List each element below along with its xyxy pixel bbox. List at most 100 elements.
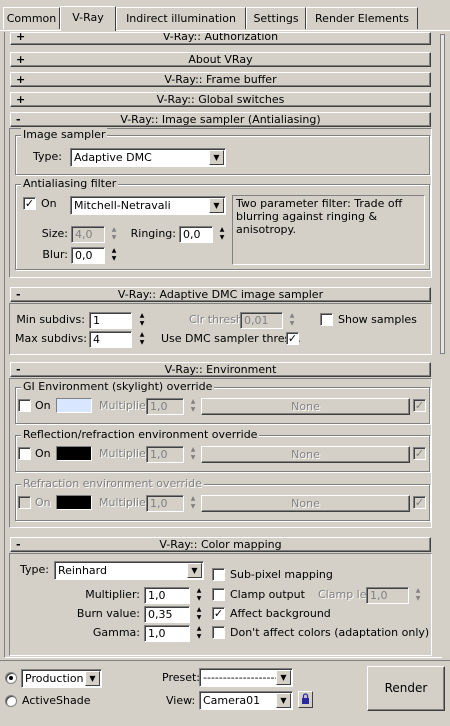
max-subdivs-label: Max subdivs: <box>15 332 87 345</box>
multiplier-spinner[interactable]: ▲ ▼ <box>194 587 204 604</box>
refl-on-checkbox[interactable] <box>18 447 31 460</box>
production-dropdown[interactable]: Production ▼ <box>21 669 102 688</box>
tab-settings[interactable]: Settings <box>246 7 306 29</box>
production-radio[interactable] <box>5 672 17 684</box>
rollout-global-switches[interactable]: + V-Ray:: Global switches <box>10 92 431 107</box>
gi-map-button[interactable]: None <box>201 398 410 415</box>
refr-map-button[interactable]: None <box>201 495 410 512</box>
tab-vray[interactable]: V-Ray <box>60 6 116 31</box>
render-button[interactable]: Render <box>367 666 445 711</box>
ringing-spinner[interactable]: ▲ ▼ <box>217 226 227 243</box>
chevron-down-icon: ▼ <box>209 150 224 165</box>
clamp-level-spinner[interactable]: ▲ ▼ <box>413 587 423 604</box>
use-dmc-checkbox[interactable]: ✓ <box>286 332 299 345</box>
refl-multiplier-input[interactable]: 1,0 <box>146 446 184 463</box>
gi-color-swatch[interactable] <box>56 398 92 413</box>
refr-color-swatch[interactable] <box>56 495 92 510</box>
rollout-frame-buffer[interactable]: + V-Ray:: Frame buffer <box>10 72 431 87</box>
gi-multiplier-input[interactable]: 1,0 <box>146 398 184 415</box>
refr-on-label: On <box>35 496 51 509</box>
use-dmc-label: Use DMC sampler thresh. <box>161 332 301 345</box>
tab-render-elements[interactable]: Render Elements <box>306 7 418 29</box>
burn-value-spinner[interactable]: ▲ ▼ <box>194 606 204 623</box>
tab-label: Settings <box>253 12 299 25</box>
activeshade-radio[interactable] <box>5 695 17 707</box>
rollout-about[interactable]: + About VRay <box>10 52 431 67</box>
rollout-expand-sign: + <box>16 73 26 86</box>
ringing-label: Ringing: <box>130 227 176 240</box>
tab-label: Render Elements <box>315 12 409 25</box>
rollout-authorization[interactable]: + V-Ray:: Authorization <box>10 32 431 45</box>
dont-affect-colors-checkbox[interactable] <box>212 626 225 639</box>
radio-dot <box>9 676 13 680</box>
ringing-input[interactable]: 0,0 <box>179 226 213 243</box>
group-title: GI Environment (skylight) override <box>21 380 215 394</box>
clamp-level-input[interactable]: 1,0 <box>366 587 409 604</box>
blur-input[interactable]: 0,0 <box>71 247 105 264</box>
gamma-input[interactable]: 1,0 <box>144 625 190 642</box>
min-subdivs-input[interactable]: 1 <box>89 312 132 329</box>
multiplier-input[interactable]: 1,0 <box>144 587 190 604</box>
clamp-output-checkbox[interactable] <box>212 588 225 601</box>
refl-map-button[interactable]: None <box>201 446 410 463</box>
refl-multiplier-spinner[interactable]: ▲ ▼ <box>188 446 198 463</box>
rollout-expand-sign: + <box>16 32 26 43</box>
mapping-type-dropdown[interactable]: Reinhard ▼ <box>54 561 204 580</box>
size-spinner[interactable]: ▲ ▼ <box>109 226 119 243</box>
gamma-spinner[interactable]: ▲ ▼ <box>194 625 204 642</box>
burn-value-label: Burn value: <box>76 607 140 620</box>
rollout-title: V-Ray:: Image sampler (Antialiasing) <box>120 113 321 126</box>
lock-view-button[interactable] <box>298 691 313 708</box>
tab-label: Common <box>6 12 57 25</box>
view-dropdown[interactable]: Camera01 ▼ <box>199 691 293 710</box>
group-title: Antialiasing filter <box>21 177 119 191</box>
aa-on-checkbox[interactable]: ✓ <box>23 197 36 210</box>
refr-multiplier-input[interactable]: 1,0 <box>146 495 184 512</box>
min-subdivs-spinner[interactable]: ▲ ▼ <box>137 312 147 329</box>
chevron-down-icon: ▼ <box>85 671 100 686</box>
tab-indirect-illumination[interactable]: Indirect illumination <box>116 7 246 29</box>
size-input[interactable]: 4,0 <box>71 226 105 243</box>
chevron-down-icon: ▼ <box>209 198 224 213</box>
gi-multiplier-spinner[interactable]: ▲ ▼ <box>188 398 198 415</box>
max-subdivs-spinner[interactable]: ▲ ▼ <box>137 331 147 348</box>
show-samples-checkbox[interactable] <box>320 313 333 326</box>
refr-on-checkbox[interactable] <box>18 496 31 509</box>
group-title: Image sampler <box>21 128 108 142</box>
mapping-type-label: Type: <box>20 563 49 576</box>
refr-map-toggle[interactable]: ✓ <box>413 496 426 509</box>
clr-thresh-spinner[interactable]: ▲ ▼ <box>287 312 297 329</box>
sampler-type-dropdown[interactable]: Adaptive DMC ▼ <box>70 148 226 167</box>
rollout-environment[interactable]: - V-Ray:: Environment <box>10 362 431 377</box>
preset-label: Preset: <box>162 671 201 684</box>
bottom-separator <box>0 660 450 661</box>
rollout-adaptive-dmc[interactable]: - V-Ray:: Adaptive DMC image sampler <box>10 287 431 302</box>
dropdown-value: Production <box>25 672 84 685</box>
subpixel-label: Sub-pixel mapping <box>230 568 333 581</box>
subpixel-checkbox[interactable] <box>212 568 225 581</box>
burn-value-input[interactable]: 0,35 <box>144 606 190 623</box>
chevron-down-icon: ▼ <box>276 693 291 708</box>
rollout-color-mapping[interactable]: - V-Ray:: Color mapping <box>10 537 431 552</box>
size-label: Size: <box>41 227 68 240</box>
rollout-collapse-sign: - <box>16 363 21 376</box>
gi-on-checkbox[interactable] <box>18 399 31 412</box>
dropdown-value: Adaptive DMC <box>74 151 152 164</box>
tab-common[interactable]: Common <box>3 7 60 29</box>
affect-background-checkbox[interactable]: ✓ <box>212 607 225 620</box>
min-subdivs-label: Min subdivs: <box>16 313 85 326</box>
chevron-down-icon: ▼ <box>187 563 202 578</box>
refl-color-swatch[interactable] <box>56 446 92 461</box>
aa-filter-dropdown[interactable]: Mitchell-Netravali ▼ <box>70 196 226 215</box>
rollout-image-sampler[interactable]: - V-Ray:: Image sampler (Antialiasing) <box>10 112 431 127</box>
clr-thresh-input[interactable]: 0,01 <box>240 312 283 329</box>
multiplier-label: Multiplier: <box>85 588 140 601</box>
refl-map-toggle[interactable]: ✓ <box>413 447 426 460</box>
tab-bar: Common V-Ray Indirect illumination Setti… <box>0 0 450 32</box>
blur-spinner[interactable]: ▲ ▼ <box>109 247 119 264</box>
max-subdivs-input[interactable]: 4 <box>89 331 132 348</box>
gi-map-toggle[interactable]: ✓ <box>413 399 426 412</box>
preset-dropdown[interactable]: ---------------------- ▼ <box>199 668 293 687</box>
scrollbar-thumb[interactable] <box>440 34 445 354</box>
refr-multiplier-spinner[interactable]: ▲ ▼ <box>188 495 198 512</box>
